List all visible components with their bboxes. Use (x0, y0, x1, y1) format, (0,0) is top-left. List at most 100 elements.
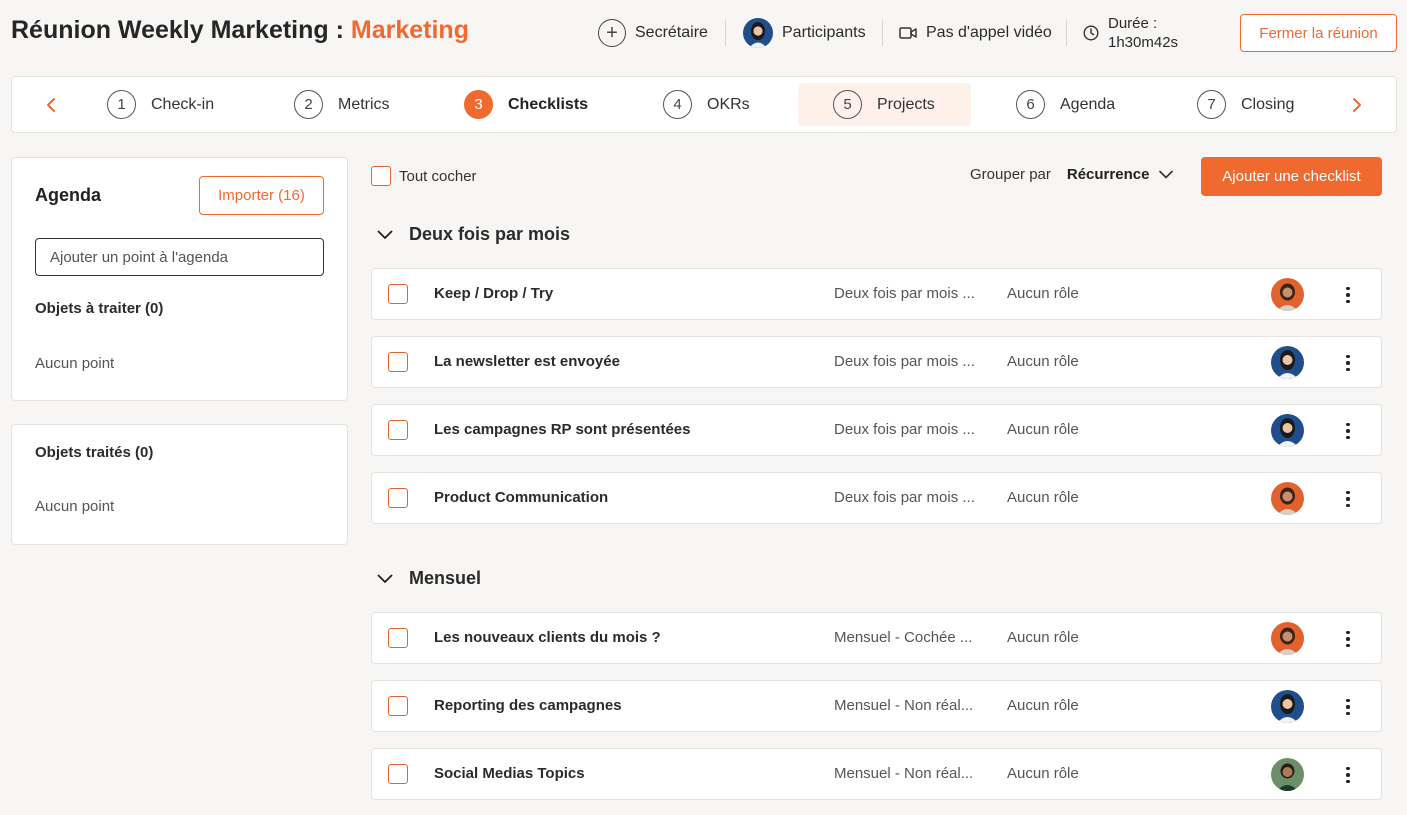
step-metrics[interactable]: 2 Metrics (294, 83, 390, 126)
checklist-role[interactable]: Aucun rôle (1007, 629, 1079, 646)
step-okrs[interactable]: 4 OKRs (663, 83, 750, 126)
pending-empty-text: Aucun point (35, 355, 115, 372)
divider (725, 20, 726, 46)
step-label: OKRs (707, 95, 750, 113)
row-checkbox[interactable] (388, 352, 408, 372)
step-label: Closing (1241, 95, 1295, 113)
group-header-mensuel[interactable]: Mensuel (377, 568, 481, 589)
checklist-recurrence: Deux fois par mois ... (834, 421, 975, 438)
step-checklists[interactable]: 3 Checklists (464, 83, 588, 126)
header: Réunion Weekly Marketing : Marketing + S… (0, 0, 1407, 66)
checklist-row[interactable]: Keep / Drop / Try Deux fois par mois ...… (371, 268, 1382, 320)
row-checkbox[interactable] (388, 696, 408, 716)
checklist-role[interactable]: Aucun rôle (1007, 421, 1079, 438)
checklist-name: Les nouveaux clients du mois ? (434, 629, 661, 646)
duration: Durée : 1h30m42s (1083, 0, 1178, 66)
step-number: 5 (833, 90, 862, 119)
pending-items-label: Objets à traiter (0) (35, 300, 164, 317)
checklist-name: La newsletter est envoyée (434, 353, 620, 370)
more-options-icon[interactable] (1334, 349, 1362, 377)
checklist-role[interactable]: Aucun rôle (1007, 353, 1079, 370)
checklist-row[interactable]: Les nouveaux clients du mois ? Mensuel -… (371, 612, 1382, 664)
step-label: Metrics (338, 95, 390, 113)
step-number: 2 (294, 90, 323, 119)
add-person-icon: + (598, 19, 626, 47)
checklist-role[interactable]: Aucun rôle (1007, 765, 1079, 782)
duration-text: Durée : 1h30m42s (1108, 14, 1178, 52)
checklist-name: Reporting des campagnes (434, 697, 622, 714)
import-button[interactable]: Importer (16) (199, 176, 324, 215)
add-checklist-button[interactable]: Ajouter une checklist (1201, 157, 1382, 196)
step-check-in[interactable]: 1 Check-in (107, 83, 214, 126)
close-meeting-button[interactable]: Fermer la réunion (1240, 14, 1397, 52)
checklist-recurrence: Mensuel - Non réal... (834, 765, 974, 782)
page-title: Réunion Weekly Marketing : Marketing (11, 16, 469, 45)
more-options-icon[interactable] (1334, 485, 1362, 513)
secretary-button[interactable]: + Secrétaire (598, 0, 708, 66)
checklist-row[interactable]: Les campagnes RP sont présentées Deux fo… (371, 404, 1382, 456)
participants-button[interactable]: Participants (743, 0, 866, 66)
chevron-down-icon (377, 574, 393, 584)
participant-avatar (743, 18, 773, 48)
more-options-icon[interactable] (1334, 417, 1362, 445)
checklist-name: Product Communication (434, 489, 609, 506)
row-checkbox[interactable] (388, 628, 408, 648)
agenda-title: Agenda (35, 185, 102, 205)
checklist-recurrence: Mensuel - Cochée ... (834, 629, 973, 646)
group-by-label: Grouper par (970, 166, 1051, 183)
more-options-icon[interactable] (1334, 761, 1362, 789)
row-checkbox[interactable] (388, 420, 408, 440)
participants-label: Participants (782, 24, 866, 41)
checklist-row[interactable]: Social Medias Topics Mensuel - Non réal.… (371, 748, 1382, 800)
agenda-item-input[interactable] (35, 238, 324, 276)
group-header-deux-fois-par-mois[interactable]: Deux fois par mois (377, 224, 570, 245)
check-all[interactable]: Tout cocher (371, 166, 477, 186)
check-all-label: Tout cocher (399, 167, 477, 185)
more-options-icon[interactable] (1334, 281, 1362, 309)
more-options-icon[interactable] (1334, 625, 1362, 653)
chevron-right-icon[interactable] (1345, 93, 1369, 117)
check-all-checkbox[interactable] (371, 166, 391, 186)
step-label: Checklists (508, 95, 589, 113)
step-agenda[interactable]: 6 Agenda (1016, 83, 1115, 126)
avatar[interactable] (1271, 758, 1304, 791)
more-options-icon[interactable] (1334, 693, 1362, 721)
checklist-recurrence: Deux fois par mois ... (834, 353, 975, 370)
checklist-row[interactable]: Product Communication Deux fois par mois… (371, 472, 1382, 524)
done-items-label: Objets traités (0) (35, 444, 154, 461)
group-by-select[interactable]: Grouper par Récurrence (970, 166, 1174, 183)
step-label: Check-in (151, 95, 215, 113)
meeting-steps: 1 Check-in 2 Metrics 3 Checklists 4 OKRs 5 Pr… (11, 76, 1397, 133)
done-items-panel: Objets traités (0) Aucun point (11, 424, 348, 545)
checklist-row[interactable]: Reporting des campagnes Mensuel - Non ré… (371, 680, 1382, 732)
checklist-row[interactable]: La newsletter est envoyée Deux fois par … (371, 336, 1382, 388)
step-number: 6 (1016, 90, 1045, 119)
video-camera-icon (899, 26, 917, 40)
divider (882, 20, 883, 46)
avatar[interactable] (1271, 622, 1304, 655)
title-prefix: Réunion Weekly Marketing : (11, 16, 351, 44)
avatar[interactable] (1271, 278, 1304, 311)
checklist-name: Keep / Drop / Try (434, 285, 554, 302)
row-checkbox[interactable] (388, 488, 408, 508)
divider (1066, 20, 1067, 46)
checklist-role[interactable]: Aucun rôle (1007, 697, 1079, 714)
checklist-name: Les campagnes RP sont présentées (434, 421, 691, 438)
avatar[interactable] (1271, 346, 1304, 379)
video-call-button[interactable]: Pas d'appel vidéo (899, 0, 1052, 66)
avatar[interactable] (1271, 414, 1304, 447)
avatar[interactable] (1271, 690, 1304, 723)
step-closing[interactable]: 7 Closing (1197, 83, 1294, 126)
row-checkbox[interactable] (388, 284, 408, 304)
row-checkbox[interactable] (388, 764, 408, 784)
checklist-role[interactable]: Aucun rôle (1007, 489, 1079, 506)
avatar[interactable] (1271, 482, 1304, 515)
checklist-role[interactable]: Aucun rôle (1007, 285, 1079, 302)
step-number: 7 (1197, 90, 1226, 119)
step-number: 3 (464, 90, 493, 119)
done-empty-text: Aucun point (35, 498, 115, 515)
video-label: Pas d'appel vidéo (926, 24, 1052, 41)
step-label: Projects (877, 95, 935, 113)
chevron-left-icon[interactable] (39, 93, 63, 117)
step-projects[interactable]: 5 Projects (798, 83, 971, 126)
